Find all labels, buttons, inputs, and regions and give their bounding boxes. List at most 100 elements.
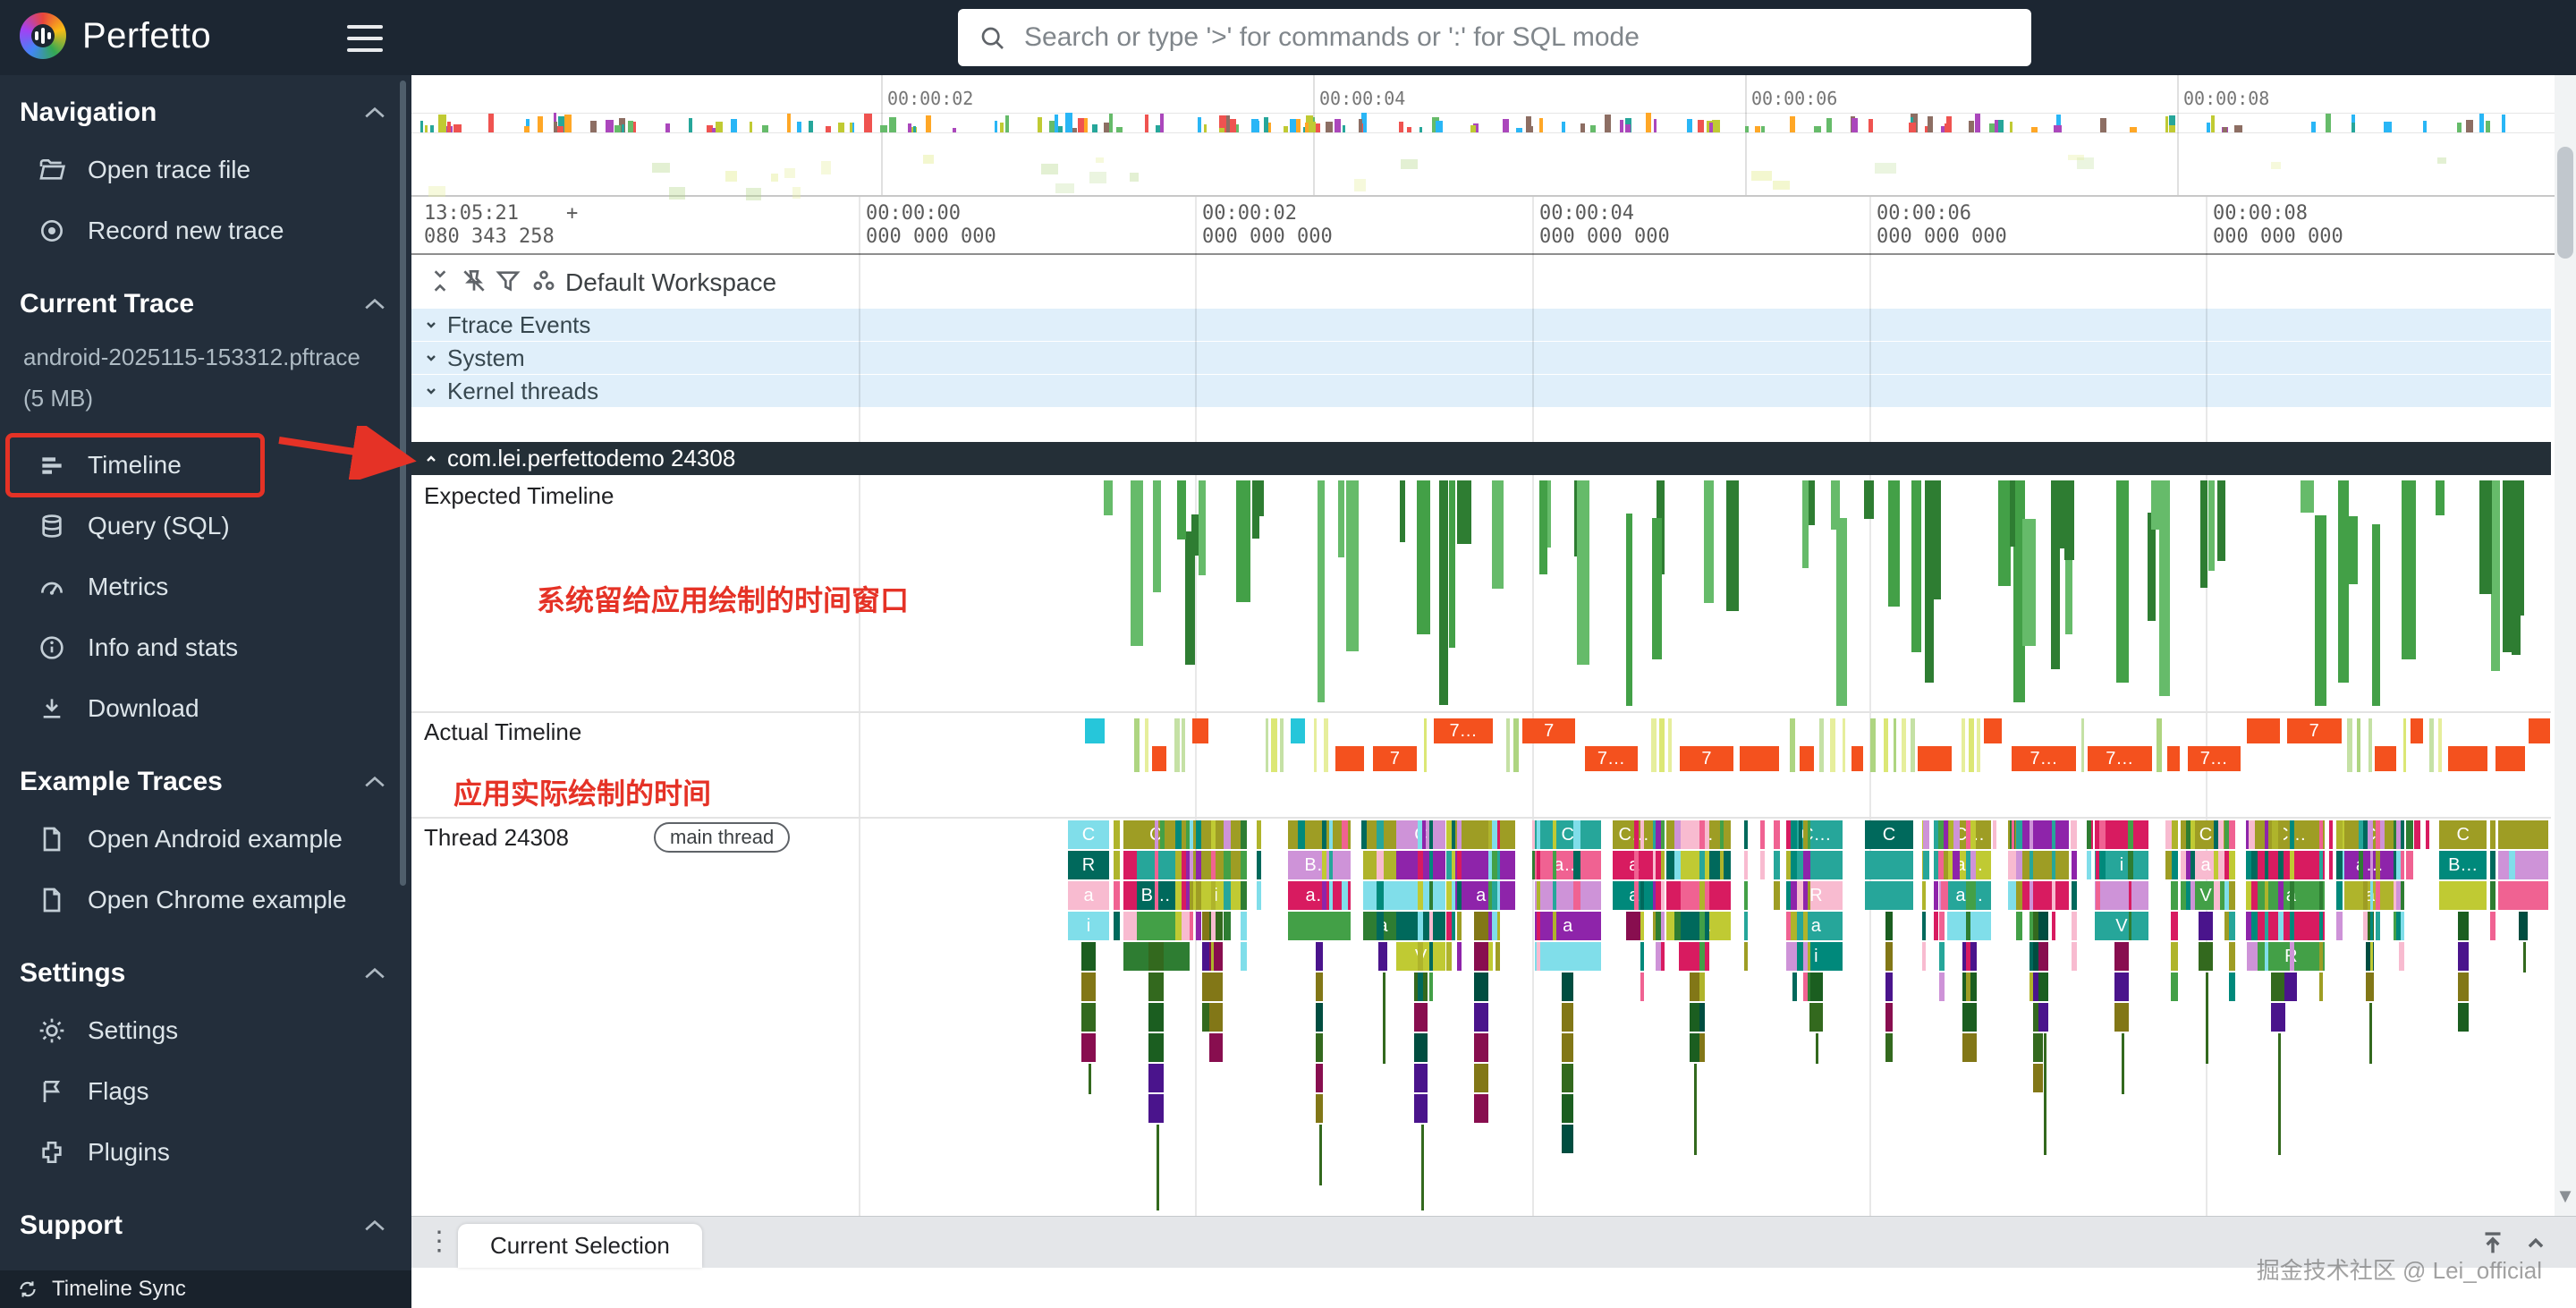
slice[interactable] — [1526, 116, 1532, 132]
slice[interactable] — [2448, 746, 2487, 771]
slice[interactable] — [1562, 973, 1573, 1001]
slice[interactable] — [1535, 942, 1601, 971]
slice[interactable] — [1503, 119, 1508, 132]
time-ruler[interactable]: 13:05:21 + 080 343 258 00:00:00000 000 0… — [411, 197, 2576, 255]
slice[interactable] — [1791, 942, 1796, 971]
slice[interactable] — [1211, 881, 1216, 910]
slice[interactable] — [2336, 881, 2342, 910]
slice[interactable] — [1553, 881, 1556, 910]
slice[interactable] — [1922, 912, 1926, 940]
slice[interactable] — [622, 124, 624, 132]
slice[interactable] — [2114, 942, 2129, 971]
slice[interactable] — [1116, 127, 1123, 132]
slice[interactable] — [1573, 820, 1580, 849]
slice[interactable] — [1868, 119, 1873, 132]
slice[interactable] — [2357, 718, 2361, 772]
slice[interactable] — [1160, 114, 1164, 132]
slice[interactable] — [2038, 1003, 2048, 1032]
slice[interactable] — [1417, 480, 1429, 634]
slice[interactable] — [2437, 157, 2447, 164]
slice[interactable] — [2396, 820, 2400, 849]
slice[interactable] — [1241, 820, 1247, 849]
slice[interactable] — [1081, 1003, 1095, 1032]
slice[interactable] — [1492, 851, 1498, 879]
slice[interactable] — [1252, 480, 1259, 539]
slice[interactable] — [1939, 942, 1945, 971]
slice[interactable] — [1316, 973, 1324, 1001]
slice[interactable]: 7… — [2188, 746, 2241, 771]
slice[interactable] — [995, 121, 997, 132]
slice[interactable] — [1945, 123, 1951, 132]
slice[interactable] — [2370, 912, 2373, 940]
slice[interactable] — [1055, 115, 1058, 132]
menu-icon[interactable] — [347, 25, 383, 52]
workspace-name[interactable]: Default Workspace — [565, 268, 776, 297]
slice[interactable] — [2366, 973, 2374, 1001]
sidebar-item-metrics[interactable]: Metrics — [0, 556, 411, 617]
slice[interactable] — [1145, 115, 1148, 132]
slice[interactable] — [1449, 480, 1455, 648]
slice[interactable] — [2129, 881, 2131, 910]
slice[interactable] — [1885, 1003, 1894, 1032]
slice[interactable] — [1109, 114, 1113, 132]
slice[interactable] — [1969, 121, 1974, 132]
slice[interactable] — [2265, 851, 2268, 879]
slice[interactable] — [2246, 851, 2251, 879]
slice[interactable] — [1474, 912, 1488, 940]
slice[interactable] — [2375, 746, 2396, 771]
slice[interactable] — [1211, 851, 1216, 879]
slice[interactable] — [1690, 1003, 1700, 1032]
slice[interactable] — [1941, 881, 1948, 910]
slice[interactable] — [1148, 973, 1164, 1001]
slice[interactable] — [2396, 912, 2400, 940]
slice[interactable] — [1938, 851, 1943, 879]
slice[interactable] — [2128, 820, 2133, 849]
slice[interactable] — [1790, 718, 1795, 772]
slice[interactable] — [2363, 820, 2368, 849]
slice[interactable] — [762, 125, 768, 132]
track-group-kernel-threads[interactable]: Kernel threads — [411, 375, 2551, 408]
slice[interactable] — [2278, 1033, 2281, 1155]
slice[interactable] — [2402, 480, 2415, 659]
slice[interactable] — [2122, 1033, 2124, 1094]
slice[interactable] — [2458, 912, 2469, 940]
slice[interactable] — [2503, 480, 2515, 652]
slice[interactable] — [2509, 851, 2516, 879]
slice[interactable] — [1316, 1094, 1324, 1123]
slice[interactable] — [2369, 1003, 2372, 1064]
slice[interactable] — [1634, 881, 1639, 910]
slice[interactable] — [1236, 480, 1250, 602]
slice[interactable] — [1148, 1033, 1164, 1062]
slice[interactable] — [2290, 851, 2294, 879]
slice[interactable] — [1934, 851, 1938, 879]
slice[interactable] — [2319, 942, 2323, 971]
slice[interactable] — [1131, 480, 1143, 646]
slice[interactable] — [1687, 119, 1693, 132]
slice[interactable] — [1744, 851, 1748, 879]
slice[interactable] — [1429, 881, 1433, 910]
slice[interactable] — [1966, 973, 1971, 1001]
slice[interactable] — [2509, 820, 2516, 849]
slice[interactable] — [1966, 912, 1971, 940]
slice[interactable] — [2359, 820, 2363, 849]
slice[interactable] — [2458, 1003, 2469, 1032]
slice[interactable] — [1699, 820, 1705, 849]
slice[interactable] — [1474, 1064, 1488, 1092]
slice[interactable] — [2116, 480, 2129, 683]
slice[interactable] — [2114, 1003, 2129, 1032]
slice[interactable] — [1354, 179, 1366, 191]
slice[interactable] — [1774, 851, 1780, 879]
slice[interactable] — [2199, 942, 2213, 971]
slice[interactable] — [1429, 942, 1433, 971]
slice[interactable] — [1654, 119, 1657, 132]
slice[interactable] — [1553, 912, 1556, 940]
slice[interactable] — [1081, 1033, 1095, 1062]
slice[interactable] — [2336, 851, 2342, 879]
slice[interactable] — [1257, 851, 1261, 879]
slice[interactable] — [2217, 480, 2225, 561]
slice[interactable]: R — [1790, 881, 1843, 910]
slice[interactable] — [2370, 942, 2373, 971]
track-group-system[interactable]: System — [411, 342, 2551, 375]
slice[interactable] — [1081, 973, 1095, 1001]
slice[interactable]: C — [1535, 820, 1601, 849]
